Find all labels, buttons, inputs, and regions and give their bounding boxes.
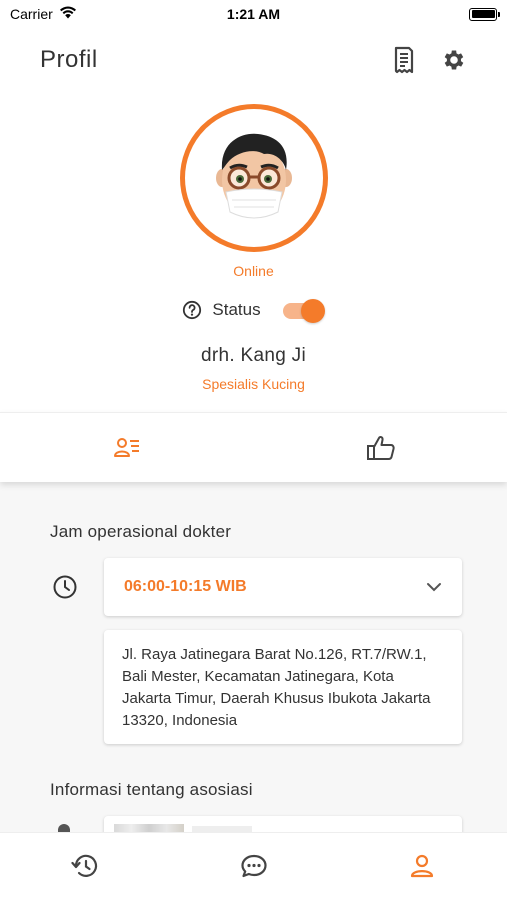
tab-info[interactable] [0, 413, 253, 483]
status-label: Status [212, 300, 261, 319]
hours-value: 06:00-10:15 WIB [124, 578, 247, 595]
chat-icon [240, 853, 268, 879]
header: Profil [0, 40, 507, 82]
nav-chat[interactable] [239, 851, 269, 881]
content-area[interactable]: Jam operasional dokter 06:00-10:15 WIB J… [0, 482, 507, 832]
avatar[interactable] [180, 104, 328, 252]
online-status-text: Online [233, 263, 274, 279]
clock-icon [52, 574, 78, 605]
history-icon [71, 853, 99, 879]
doctor-specialty: Spesialis Kucing [202, 376, 305, 392]
association-section-title: Informasi tentang asosiasi [50, 780, 253, 799]
gear-icon[interactable] [440, 46, 468, 74]
association-logo-image [114, 824, 184, 832]
bottom-nav [0, 832, 507, 900]
doctor-name: drh. Kang Ji [201, 345, 306, 366]
profile-tabs [0, 412, 507, 482]
operational-section-title: Jam operasional dokter [50, 522, 232, 541]
profile-icon [409, 853, 435, 879]
thumbs-up-icon [366, 434, 396, 462]
battery-icon [469, 7, 500, 21]
status-left: Carrier [10, 6, 77, 22]
page-title: Profil [40, 46, 98, 73]
tab-likes[interactable] [254, 413, 507, 483]
nav-history[interactable] [70, 851, 100, 881]
carrier-label: Carrier [10, 6, 53, 22]
status-row: Status [0, 297, 507, 323]
address-card: Jl. Raya Jatinegara Barat No.126, RT.7/R… [104, 630, 462, 744]
memoji-avatar-image [216, 133, 292, 219]
status-toggle[interactable] [281, 297, 325, 323]
nav-profile[interactable] [407, 851, 437, 881]
association-card[interactable] [104, 816, 462, 832]
address-text: Jl. Raya Jatinegara Barat No.126, RT.7/R… [122, 646, 431, 729]
association-icon [58, 824, 70, 832]
toggle-knob [300, 299, 325, 323]
status-bar: Carrier 1:21 AM [0, 0, 507, 28]
hours-dropdown[interactable]: 06:00-10:15 WIB [104, 558, 462, 616]
help-question-icon[interactable] [182, 300, 202, 320]
info-list-icon [113, 436, 141, 460]
wifi-icon [59, 6, 77, 22]
chevron-down-icon [426, 582, 442, 592]
receipt-icon[interactable] [390, 46, 418, 74]
